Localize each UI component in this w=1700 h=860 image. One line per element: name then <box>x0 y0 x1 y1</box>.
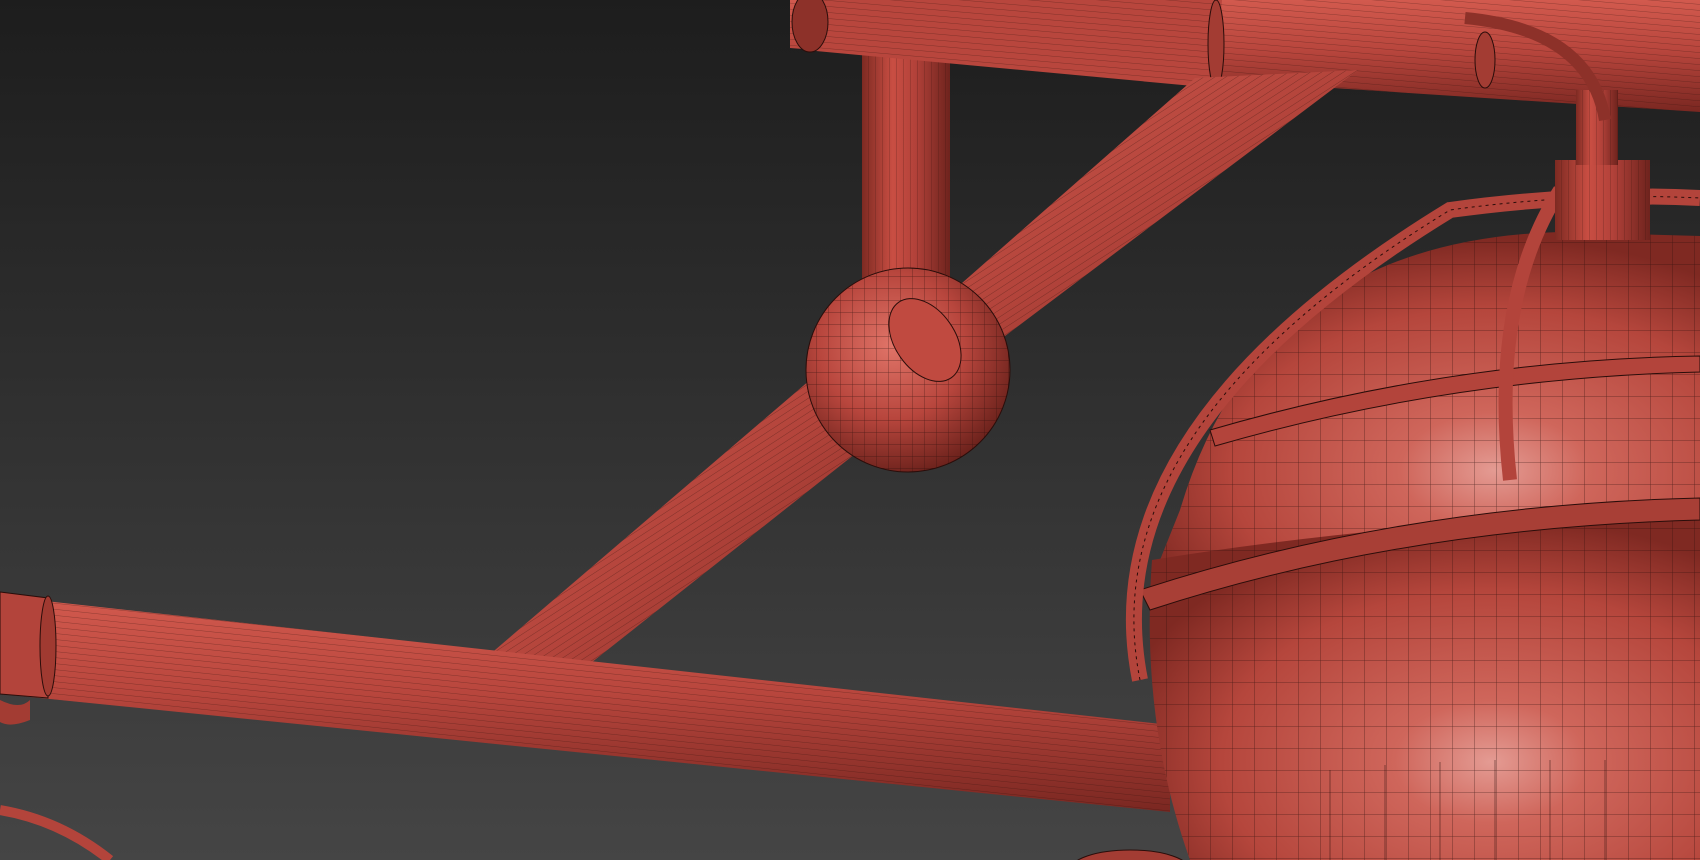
3d-viewport[interactable] <box>0 0 1700 860</box>
joint-ball <box>805 267 1011 473</box>
scene-render <box>0 0 1700 860</box>
